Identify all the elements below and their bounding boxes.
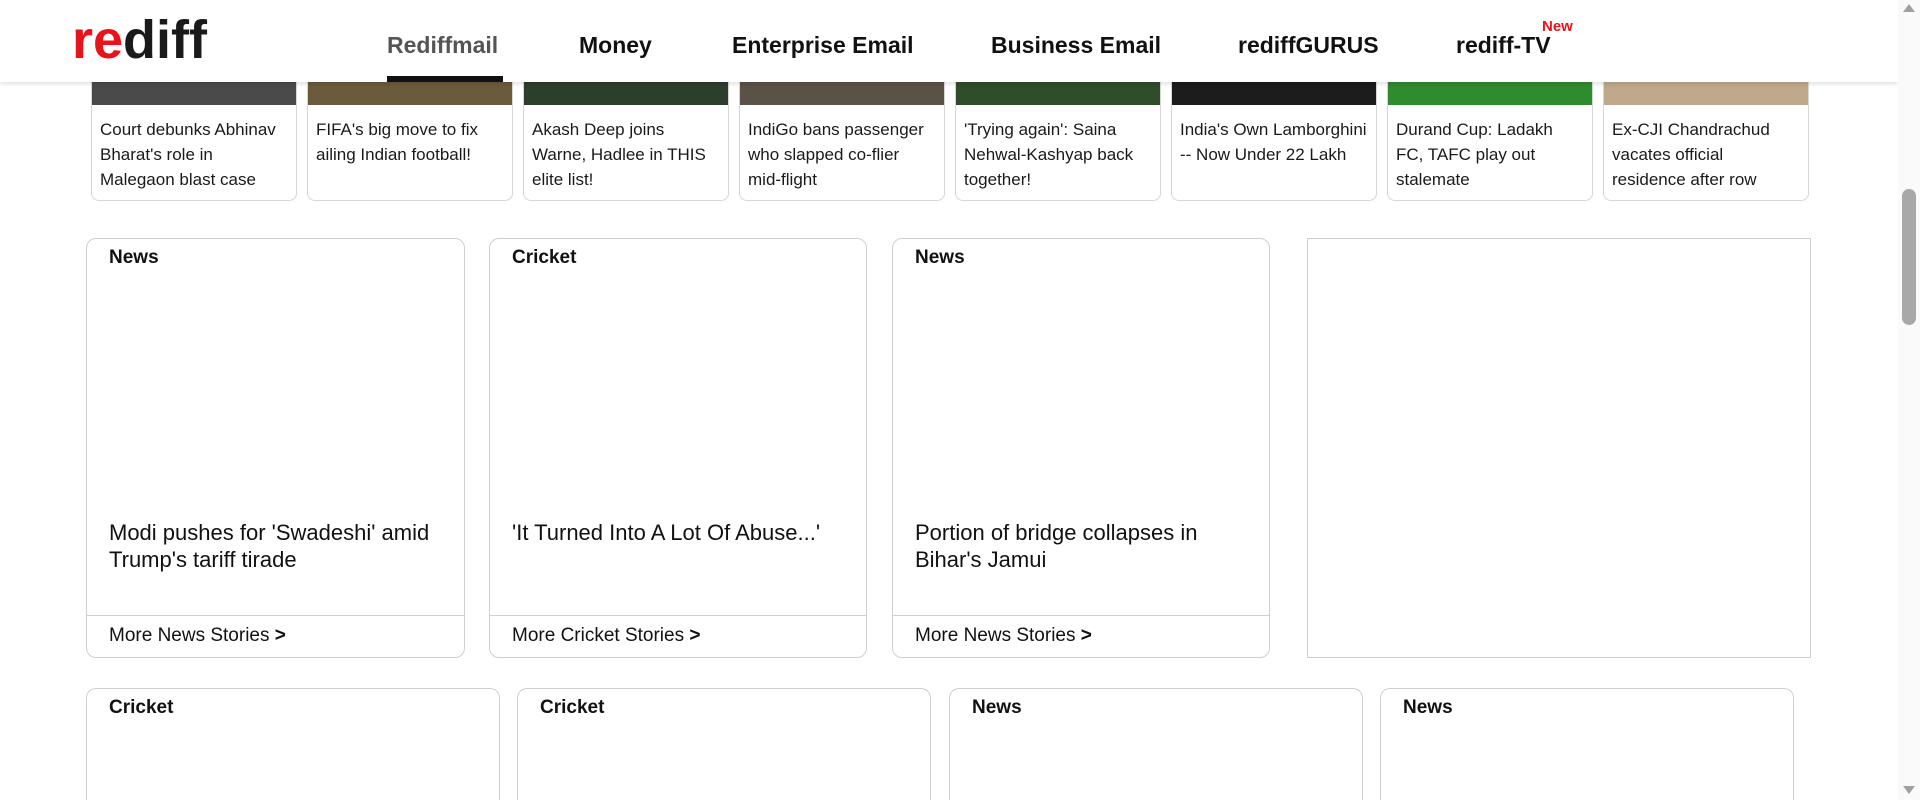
top-story-card[interactable]: Court debunks Abhinav Bharat's role in M… — [91, 80, 297, 201]
nav-rediffmail[interactable]: Rediffmail — [387, 32, 498, 59]
scroll-down-arrow-icon[interactable] — [1903, 786, 1915, 794]
card-footer: More Cricket Stories > — [490, 615, 866, 657]
more-stories-link[interactable]: More News Stories > — [109, 625, 286, 647]
ad-slot — [1307, 238, 1811, 658]
rediff-logo[interactable]: rediff — [72, 10, 207, 70]
top-story-image[interactable] — [1388, 80, 1592, 105]
card-headline[interactable]: 'It Turned Into A Lot Of Abuse...' — [512, 519, 846, 546]
cricket-card: Cricket 'It Turned Into A Lot Of Abuse..… — [489, 238, 867, 658]
logo-text-dark: diff — [123, 10, 207, 70]
top-story-title[interactable]: India's Own Lamborghini -- Now Under 22 … — [1180, 117, 1368, 167]
top-story-image[interactable] — [92, 80, 296, 105]
top-story-image[interactable] — [956, 80, 1160, 105]
top-story-title[interactable]: Ex-CJI Chandrachud vacates official resi… — [1612, 117, 1800, 192]
top-story-image[interactable] — [1172, 80, 1376, 105]
card-category[interactable]: Cricket — [540, 697, 604, 719]
news-card: News Modi pushes for 'Swadeshi' amid Tru… — [86, 238, 465, 658]
news-card: News Portion of bridge collapses in Biha… — [892, 238, 1270, 658]
new-badge: New — [1542, 18, 1573, 35]
scroll-up-arrow-icon[interactable] — [1903, 4, 1915, 12]
card-category[interactable]: News — [109, 247, 159, 269]
top-story-strip: Court debunks Abhinav Bharat's role in M… — [91, 80, 1809, 201]
more-stories-label: More News Stories — [915, 625, 1076, 646]
top-story-card[interactable]: FIFA's big move to fix ailing Indian foo… — [307, 80, 513, 201]
card-footer: More News Stories > — [893, 615, 1269, 657]
top-story-title[interactable]: 'Trying again': Saina Nehwal-Kashyap bac… — [964, 117, 1152, 192]
top-story-title[interactable]: Akash Deep joins Warne, Hadlee in THIS e… — [532, 117, 720, 192]
card-category[interactable]: Cricket — [512, 247, 576, 269]
top-story-card[interactable]: Durand Cup: Ladakh FC, TAFC play out sta… — [1387, 80, 1593, 201]
top-story-card[interactable]: India's Own Lamborghini -- Now Under 22 … — [1171, 80, 1377, 201]
nav-rediffgurus[interactable]: rediffGURUS — [1238, 32, 1379, 59]
card-footer: More News Stories > — [87, 615, 464, 657]
arrow-right-icon: > — [689, 625, 701, 646]
top-story-image[interactable] — [524, 80, 728, 105]
site-header: rediff Rediffmail Money Enterprise Email… — [0, 0, 1898, 82]
card-category[interactable]: Cricket — [109, 697, 173, 719]
vertical-scrollbar[interactable] — [1898, 0, 1920, 800]
scrollbar-thumb[interactable] — [1902, 189, 1916, 325]
page: Court debunks Abhinav Bharat's role in M… — [0, 0, 1898, 800]
top-story-image[interactable] — [1604, 80, 1808, 105]
arrow-right-icon: > — [1080, 625, 1092, 646]
nav-money[interactable]: Money — [579, 32, 652, 59]
top-story-image[interactable] — [308, 80, 512, 105]
more-stories-link[interactable]: More Cricket Stories > — [512, 625, 701, 647]
card-headline[interactable]: Modi pushes for 'Swadeshi' amid Trump's … — [109, 519, 444, 573]
nav-rediff-tv[interactable]: rediff-TV — [1456, 32, 1551, 59]
card-category[interactable]: News — [972, 697, 1022, 719]
cricket-card: Cricket — [517, 688, 931, 800]
arrow-right-icon: > — [274, 625, 286, 646]
top-story-card[interactable]: Akash Deep joins Warne, Hadlee in THIS e… — [523, 80, 729, 201]
top-story-title[interactable]: Durand Cup: Ladakh FC, TAFC play out sta… — [1396, 117, 1584, 192]
logo-text-red: re — [72, 10, 124, 70]
card-category[interactable]: News — [915, 247, 965, 269]
news-card: News — [1380, 688, 1794, 800]
cricket-card: Cricket — [86, 688, 500, 800]
top-story-image[interactable] — [740, 80, 944, 105]
card-headline[interactable]: Portion of bridge collapses in Bihar's J… — [915, 519, 1249, 573]
top-story-card[interactable]: 'Trying again': Saina Nehwal-Kashyap bac… — [955, 80, 1161, 201]
more-stories-label: More News Stories — [109, 625, 270, 646]
news-card: News — [949, 688, 1363, 800]
top-story-title[interactable]: FIFA's big move to fix ailing Indian foo… — [316, 117, 504, 167]
top-story-card[interactable]: IndiGo bans passenger who slapped co-fli… — [739, 80, 945, 201]
more-stories-link[interactable]: More News Stories > — [915, 625, 1092, 647]
top-story-title[interactable]: Court debunks Abhinav Bharat's role in M… — [100, 117, 288, 192]
more-stories-label: More Cricket Stories — [512, 625, 685, 646]
nav-business-email[interactable]: Business Email — [991, 32, 1161, 59]
nav-enterprise-email[interactable]: Enterprise Email — [732, 32, 914, 59]
card-category[interactable]: News — [1403, 697, 1453, 719]
top-story-card[interactable]: Ex-CJI Chandrachud vacates official resi… — [1603, 80, 1809, 201]
nav-active-indicator — [387, 76, 503, 82]
top-story-title[interactable]: IndiGo bans passenger who slapped co-fli… — [748, 117, 936, 192]
